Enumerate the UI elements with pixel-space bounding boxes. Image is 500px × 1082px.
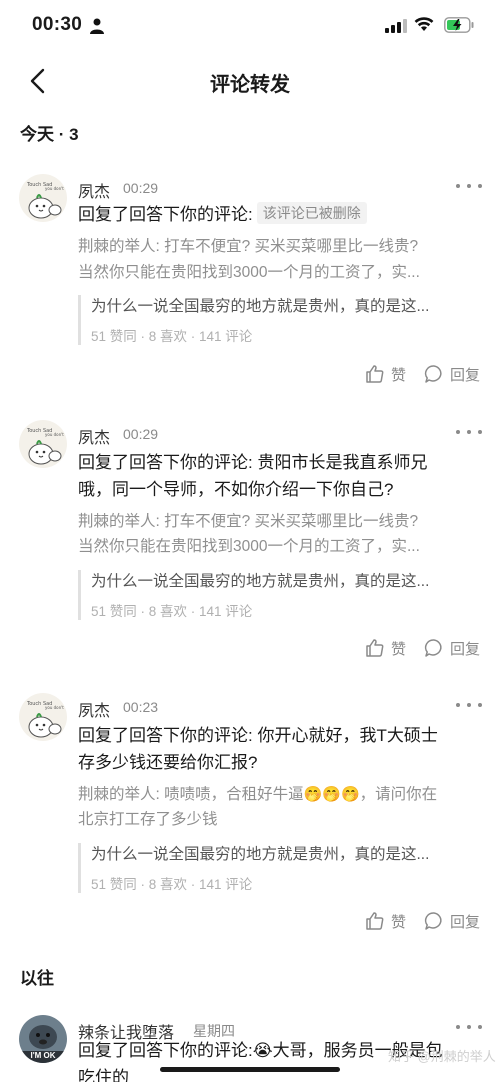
quoted-comment-line: 荆棘的举人: 打车不便宜? 买米买菜哪里比一线贵? <box>78 238 419 255</box>
person-icon <box>90 18 104 34</box>
original-answer-card[interactable]: 为什么一说全国最穷的地方就是贵州，真的是这... 51 赞同 · 8 喜欢 · … <box>78 570 478 620</box>
more-options-icon[interactable] <box>456 1019 482 1035</box>
wifi-icon <box>414 17 434 31</box>
timestamp: 00:29 <box>123 426 159 442</box>
thumbs-up-icon <box>366 912 384 930</box>
reply-text[interactable]: 回复了回答下你的评论: 该评论已被删除 <box>78 201 473 228</box>
action-bar: 赞 回复 <box>365 636 480 660</box>
quoted-comment-line: 荆棘的举人: 啧啧啧，合租好牛逼🤭🤭🤭，请问你在 <box>78 783 473 807</box>
svg-text:you don't: you don't <box>45 186 64 191</box>
section-title-today: 今天 · 3 <box>20 125 79 144</box>
thumbs-up-icon <box>366 365 384 383</box>
original-answer-title: 为什么一说全国最穷的地方就是贵州，真的是这... <box>91 573 430 590</box>
avatar[interactable]: I'M OK <box>19 1015 67 1063</box>
reply-text[interactable]: 回复了回答下你的评论: 你开心就好，我T大硕士 存多少钱还要给你汇报? <box>78 722 473 776</box>
quoted-comment-line: 北京打工存了多少钱 <box>78 811 218 828</box>
like-button[interactable]: 赞 <box>365 362 406 386</box>
reply-content: 回复了回答下你的评论: <box>78 205 253 224</box>
original-answer-title: 为什么一说全国最穷的地方就是贵州，真的是这... <box>91 298 430 315</box>
quoted-comment-line: 当然你只能在贵阳找到3000一个月的工资了，实... <box>78 538 420 555</box>
more-options-icon[interactable] <box>456 697 482 713</box>
quote-text-part: ，请问你在 <box>359 786 438 803</box>
reply-label: 回复 <box>449 640 480 658</box>
crying-emoji-icon: 😭 <box>252 1041 273 1060</box>
timestamp: 00:23 <box>123 699 159 715</box>
comment-bubble-icon <box>424 639 442 657</box>
like-label: 赞 <box>390 913 406 931</box>
quoted-comment-line: 荆棘的举人: 打车不便宜? 买米买菜哪里比一线贵? <box>78 513 419 530</box>
quote-text-part: 荆棘的举人: 啧啧啧，合租好牛逼 <box>78 786 304 803</box>
avatar-cartoon-icon: Touch Sad you don't <box>19 420 67 468</box>
like-button[interactable]: 赞 <box>365 636 406 660</box>
reply-content-line: 回复了回答下你的评论: 贵阳市长是我直系师兄 <box>78 453 428 472</box>
avatar[interactable]: Touch Sad you don't <box>19 174 67 222</box>
reply-content-line: 存多少钱还要给你汇报? <box>78 753 258 772</box>
action-bar: 赞 回复 <box>365 909 480 933</box>
thumbs-up-icon <box>366 639 384 657</box>
quoted-comment-line: 当然你只能在贵阳找到3000一个月的工资了，实... <box>78 264 420 281</box>
avatar-cartoon-icon: Touch Sad you don't <box>19 693 67 741</box>
section-title-past: 以往 <box>20 969 54 988</box>
comment-bubble-icon <box>424 365 442 383</box>
original-answer-card[interactable]: 为什么一说全国最穷的地方就是贵州，真的是这... 51 赞同 · 8 喜欢 · … <box>78 295 478 345</box>
signal-icon <box>385 19 407 33</box>
original-answer-card[interactable]: 为什么一说全国最穷的地方就是贵州，真的是这... 51 赞同 · 8 喜欢 · … <box>78 843 478 893</box>
original-answer-stats: 51 赞同 · 8 喜欢 · 141 评论 <box>91 329 253 344</box>
action-bar: 赞 回复 <box>365 362 480 386</box>
author-name[interactable]: 夙杰 <box>78 697 110 721</box>
svg-text:you don't: you don't <box>45 705 64 710</box>
reply-button[interactable]: 回复 <box>424 909 480 933</box>
battery-charging-icon <box>444 17 474 33</box>
reply-text[interactable]: 回复了回答下你的评论: 贵阳市长是我直系师兄 哦，同一个导师，不如你介绍一下你自… <box>78 449 473 503</box>
avatar[interactable]: Touch Sad you don't <box>19 693 67 741</box>
svg-text:you don't: you don't <box>45 432 64 437</box>
status-time: 00:30 <box>32 14 83 35</box>
reply-label: 回复 <box>449 366 480 384</box>
laughing-emoji-icon: 🤭🤭🤭 <box>303 786 360 803</box>
original-answer-title: 为什么一说全国最穷的地方就是贵州，真的是这... <box>91 846 430 863</box>
avatar-caption: I'M OK <box>30 1051 56 1060</box>
timestamp: 00:29 <box>123 180 159 196</box>
more-options-icon[interactable] <box>456 178 482 194</box>
reply-content-line: 哦，同一个导师，不如你介绍一下你自己? <box>78 480 394 499</box>
original-answer-stats: 51 赞同 · 8 喜欢 · 141 评论 <box>91 877 253 892</box>
avatar[interactable]: Touch Sad you don't <box>19 420 67 468</box>
reply-text-part: 回复了回答下你的评论: <box>78 1041 253 1060</box>
avatar-cartoon-icon: Touch Sad you don't <box>19 174 67 222</box>
more-options-icon[interactable] <box>456 424 482 440</box>
reply-content-line: 回复了回答下你的评论: 你开心就好，我T大硕士 <box>78 726 438 745</box>
nav-bar: 评论转发 <box>0 54 500 108</box>
author-name[interactable]: 夙杰 <box>78 424 110 448</box>
comment-bubble-icon <box>424 912 442 930</box>
like-button[interactable]: 赞 <box>365 909 406 933</box>
like-label: 赞 <box>390 640 406 658</box>
home-indicator[interactable] <box>160 1067 340 1072</box>
original-answer-stats: 51 赞同 · 8 喜欢 · 141 评论 <box>91 604 253 619</box>
reply-button[interactable]: 回复 <box>424 362 480 386</box>
status-bar: 00:30 <box>0 0 500 54</box>
page-title: 评论转发 <box>210 74 290 96</box>
reply-label: 回复 <box>449 913 480 931</box>
deleted-tag: 该评论已被删除 <box>256 202 367 224</box>
like-label: 赞 <box>390 366 406 384</box>
watermark: 知乎 @荆棘的举人 <box>388 1049 496 1064</box>
reply-button[interactable]: 回复 <box>424 636 480 660</box>
author-name[interactable]: 夙杰 <box>78 178 110 202</box>
